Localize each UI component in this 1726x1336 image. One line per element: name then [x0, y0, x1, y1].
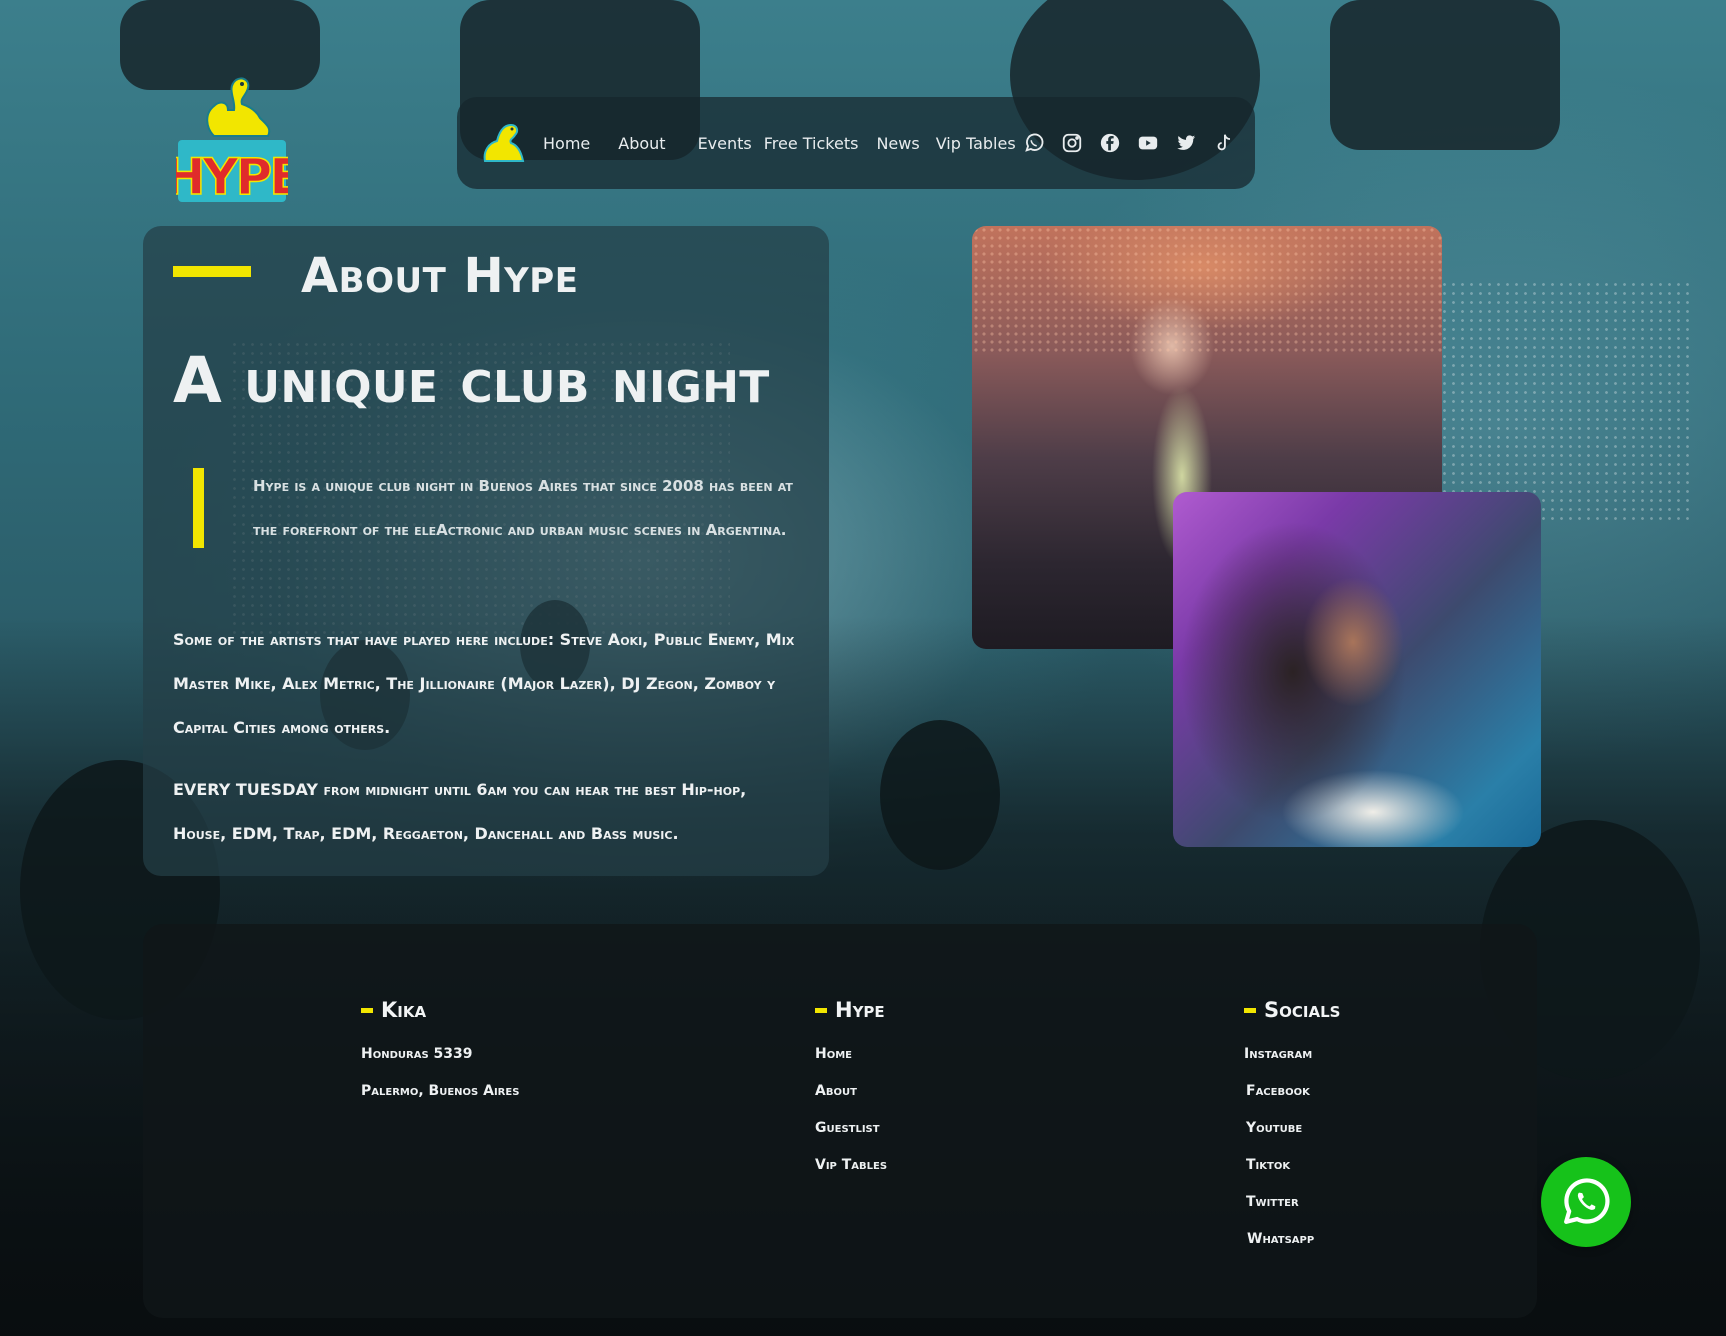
nav-link-news[interactable]: News — [876, 134, 919, 153]
footer-link-whatsapp[interactable]: Whatsapp — [1244, 1221, 1340, 1258]
footer-link-instagram[interactable]: Instagram — [1244, 1036, 1340, 1073]
nav-link-home[interactable]: Home — [543, 134, 590, 153]
whatsapp-icon — [1564, 1178, 1610, 1224]
twitter-icon[interactable] — [1167, 129, 1205, 157]
footer-title-hype: Hype — [835, 998, 885, 1022]
footer-title-socials: Socials — [1264, 998, 1341, 1022]
about-section: About Hype A unique club night Hype is a… — [143, 226, 829, 876]
quote-accent-bar — [193, 468, 204, 548]
title-dash — [361, 1007, 373, 1013]
footer-col-hype: Hype Home About Guestlist Vip Tables — [815, 998, 887, 1184]
nav-link-free-tickets[interactable]: Free Tickets — [764, 134, 859, 153]
portrait-photo — [1173, 492, 1541, 847]
address-line-1: Honduras 5339 — [361, 1046, 473, 1062]
nav-social-icons — [1015, 129, 1243, 157]
section-title: About Hype — [301, 248, 579, 304]
footer-link-facebook[interactable]: Facebook — [1244, 1073, 1340, 1110]
nav-link-events[interactable]: Events — [698, 134, 752, 153]
whatsapp-icon[interactable] — [1015, 129, 1053, 157]
footer-col-socials: Socials Instagram Facebook Youtube Tikto… — [1244, 998, 1340, 1258]
main-navigation: Home About Events Free Tickets News Vip … — [457, 97, 1255, 189]
nav-link-about[interactable]: About — [618, 134, 665, 153]
title-dash — [1244, 1007, 1256, 1013]
tiktok-icon[interactable] — [1205, 129, 1243, 157]
nav-logo-icon[interactable] — [479, 121, 527, 165]
nav-links: Home About Events Free Tickets News Vip … — [543, 97, 1016, 189]
whatsapp-float-button[interactable] — [1541, 1157, 1631, 1247]
footer-link-youtube[interactable]: Youtube — [1244, 1110, 1340, 1147]
footer-title-kika: Kika — [381, 998, 427, 1022]
footer-link-tiktok[interactable]: Tiktok — [1244, 1147, 1340, 1184]
title-accent-bar — [173, 266, 251, 277]
footer-link-twitter[interactable]: Twitter — [1244, 1184, 1340, 1221]
youtube-icon[interactable] — [1129, 129, 1167, 157]
footer-col-kika: Kika Honduras 5339 Palermo, Buenos Aires — [361, 998, 519, 1110]
svg-text:HYPE: HYPE — [176, 148, 288, 206]
intro-text: Hype is a unique club night in Buenos Ai… — [253, 477, 793, 539]
footer: Kika Honduras 5339 Palermo, Buenos Aires… — [143, 924, 1537, 1318]
nav-link-vip-tables[interactable]: Vip Tables — [936, 134, 1016, 153]
footer-link-about[interactable]: About — [815, 1073, 887, 1110]
title-dash — [815, 1007, 827, 1013]
footer-link-vip-tables[interactable]: Vip Tables — [815, 1147, 887, 1184]
headline: A unique club night — [173, 344, 770, 417]
instagram-icon[interactable] — [1053, 129, 1091, 157]
footer-link-home[interactable]: Home — [815, 1036, 887, 1073]
footer-link-guestlist[interactable]: Guestlist — [815, 1110, 887, 1147]
address-line-2: Palermo, Buenos Aires — [361, 1083, 520, 1099]
schedule-paragraph: EVERY TUESDAY from midnight until 6am yo… — [173, 780, 747, 843]
hype-logo[interactable]: HYPE — [163, 70, 304, 210]
artists-paragraph: Some of the artists that have played her… — [173, 630, 795, 737]
facebook-icon[interactable] — [1091, 129, 1129, 157]
